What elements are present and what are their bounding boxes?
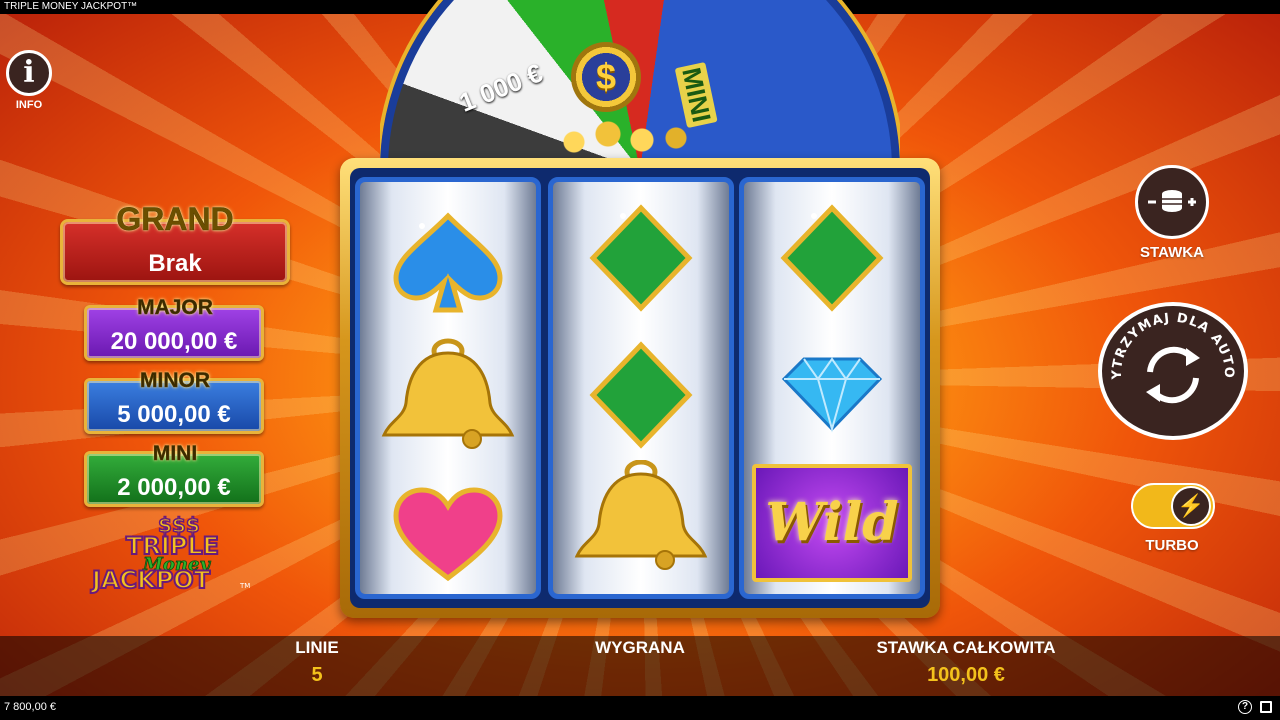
lightning-icon: ⚡ <box>1171 486 1211 526</box>
balance-value: 7 800,00 € <box>4 701 56 713</box>
lines-value: 5 <box>311 664 323 686</box>
refresh-icon <box>1146 346 1200 404</box>
logo-line-3: JACKPOT <box>90 566 211 594</box>
diamond-suit-icon <box>780 204 884 312</box>
autoplay-ring: PRZYTRZYMAJ DLA AUTOGRY <box>1102 306 1236 404</box>
reel-2-symbol-3 <box>553 460 729 594</box>
stake-button[interactable] <box>1135 165 1209 239</box>
diamond-suit-icon <box>589 204 693 312</box>
total-bet-label: STAWKA CAŁKOWITA <box>876 638 1056 657</box>
autoplay-button[interactable]: PRZYTRZYMAJ DLA AUTOGRY <box>1098 302 1248 440</box>
reel-3-symbol-2 <box>744 323 920 460</box>
reel-1-symbol-3 <box>360 460 536 594</box>
reel-3-symbol-1 <box>744 186 920 323</box>
major-jackpot-title: MAJOR <box>137 296 213 320</box>
reel-1-symbol-1 <box>360 186 536 323</box>
stake-label: STAWKA <box>1140 244 1204 261</box>
diamond-suit-icon <box>589 341 693 449</box>
footer-bar: 7 800,00 € ? <box>0 696 1280 720</box>
game-logo: $$$ TRIPLE Money JACKPOT TM <box>89 514 250 595</box>
mini-jackpot-value: 2 000,00 € <box>117 474 231 501</box>
info-button[interactable]: i <box>6 50 52 96</box>
minor-jackpot-title: MINOR <box>140 369 211 393</box>
wild-symbol: Wild <box>752 464 912 582</box>
svg-text:PRZYTRZYMAJ DLA AUTOGRY: PRZYTRZYMAJ DLA AUTOGRY <box>1102 306 1236 381</box>
reel-2-symbol-1 <box>553 186 729 323</box>
logo-tm: TM <box>239 582 250 590</box>
minor-jackpot-value: 5 000,00 € <box>117 401 231 428</box>
reel-2 <box>548 177 734 599</box>
fullscreen-icon[interactable] <box>1260 701 1272 713</box>
lines-label: LINIE <box>295 638 339 657</box>
grand-jackpot-value: Brak <box>148 250 202 277</box>
help-icon[interactable]: ? <box>1238 700 1252 714</box>
heart-icon <box>393 487 503 582</box>
reel-3: Wild <box>739 177 925 599</box>
major-jackpot-value: 20 000,00 € <box>110 328 238 355</box>
bell-icon <box>381 338 515 449</box>
reel-1-symbol-2 <box>360 323 536 460</box>
turbo-toggle[interactable]: ⚡ <box>1131 483 1215 529</box>
bell-icon <box>574 460 708 570</box>
reel-2-symbol-2 <box>553 323 729 460</box>
info-icon: i <box>23 55 35 90</box>
turbo-label: TURBO <box>1145 537 1199 554</box>
reel-1 <box>355 177 541 599</box>
spade-icon <box>393 212 503 313</box>
gem-icon <box>781 357 883 433</box>
autoplay-ring-text: PRZYTRZYMAJ DLA AUTOGRY <box>1102 306 1235 381</box>
coin-pile-icon <box>540 118 710 158</box>
coin-stack-icon <box>1148 190 1196 212</box>
grand-jackpot-title: GRAND <box>110 201 240 238</box>
reel-3-symbol-3: Wild <box>744 460 920 594</box>
win-label: WYGRANA <box>595 638 685 657</box>
mini-jackpot-title: MINI <box>152 442 198 466</box>
info-label: INFO <box>15 99 43 111</box>
total-bet-value: 100,00 € <box>927 664 1005 686</box>
dollar-coin-icon: $ <box>571 42 641 112</box>
